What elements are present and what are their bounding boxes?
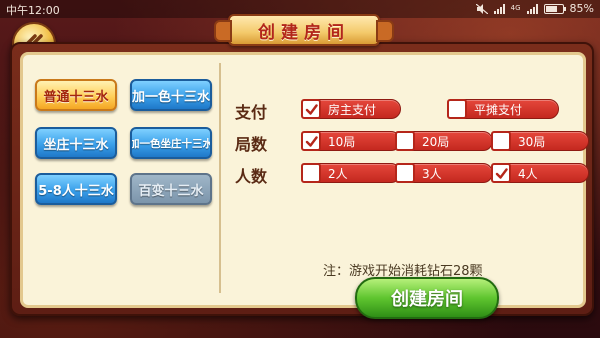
rounds-option[interactable]: 20局 [395,131,493,151]
option-label: 20局 [411,131,493,151]
page-title: 创建房间 [258,22,350,43]
signal-icon [493,3,505,14]
players-option[interactable]: 3人 [395,163,493,183]
create-room-button[interactable]: 创建房间 [355,277,499,319]
checkbox[interactable] [395,131,415,151]
option-label: 30局 [507,131,589,151]
payment-label: 支付 [235,103,268,122]
payment-option[interactable]: 房主支付 [301,99,401,119]
panel-divider [219,63,221,293]
option-label: 2人 [317,163,401,183]
option-label: 房主支付 [317,99,401,119]
mode-button[interactable]: 普通十三水 [35,79,117,111]
option-label: 3人 [411,163,493,183]
battery-icon [543,3,566,14]
checkbox[interactable] [301,131,321,151]
battery-percent: 85% [569,2,594,15]
players-option[interactable]: 4人 [491,163,589,183]
checkmark-icon [305,103,318,115]
network-4g-icon: 4G [510,4,521,12]
mode-button[interactable]: 加一色坐庄十三水 [130,127,212,159]
rounds-option[interactable]: 10局 [301,131,401,151]
checkbox[interactable] [301,99,321,119]
create-room-panel: 普通十三水 加一色十三水 坐庄十三水 加一色坐庄十三水 5-8人十三水 百变十三… [10,42,594,319]
mode-button[interactable]: 坐庄十三水 [35,127,117,159]
mode-button[interactable]: 5-8人十三水 [35,173,117,205]
status-icons: 4G 85% [475,2,594,15]
checkbox[interactable] [491,163,511,183]
option-label: 平摊支付 [463,99,559,119]
checkbox[interactable] [491,131,511,151]
rounds-label: 局数 [235,135,268,154]
rounds-option[interactable]: 30局 [491,131,589,151]
players-option[interactable]: 2人 [301,163,401,183]
checkmark-icon [495,167,508,179]
checkbox[interactable] [447,99,467,119]
status-time: 中午12:00 [6,4,60,17]
signal-icon [526,3,538,14]
mode-button[interactable]: 百变十三水 [130,173,212,205]
checkmark-icon [305,135,318,147]
checkbox[interactable] [301,163,321,183]
checkbox[interactable] [395,163,415,183]
mode-button[interactable]: 加一色十三水 [130,79,212,111]
panel-content: 普通十三水 加一色十三水 坐庄十三水 加一色坐庄十三水 5-8人十三水 百变十三… [20,52,589,319]
mute-icon [475,3,488,14]
players-label: 人数 [235,167,268,186]
option-label: 10局 [317,131,401,151]
option-label: 4人 [507,163,589,183]
page-title-banner: 创建房间 [214,14,394,46]
payment-option[interactable]: 平摊支付 [447,99,559,119]
